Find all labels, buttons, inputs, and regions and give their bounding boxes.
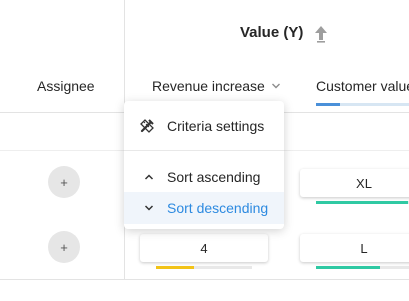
chevron-down-icon — [144, 204, 154, 212]
add-assignee-button[interactable]: + — [48, 231, 80, 263]
pencil-ruler-icon — [139, 118, 155, 134]
customer-value-cell[interactable]: L — [300, 234, 409, 262]
chevron-down-icon — [271, 83, 280, 89]
arrow-up-icon[interactable] — [314, 25, 328, 43]
column-options-dropdown: Criteria settings Sort ascending Sort de… — [124, 101, 284, 229]
table-bottom-border — [0, 279, 409, 280]
menu-item-label: Criteria settings — [167, 118, 265, 134]
revenue-increase-cell[interactable]: 4 — [140, 234, 268, 262]
menu-item-sort-ascending[interactable]: Sort ascending — [124, 161, 284, 193]
menu-item-label: Sort ascending — [167, 169, 261, 185]
menu-item-sort-descending[interactable]: Sort descending — [124, 192, 284, 224]
column-header-customer-value[interactable]: Customer value — [316, 78, 409, 94]
menu-item-label: Sort descending — [167, 200, 269, 216]
customer-value-score-bar — [316, 266, 409, 269]
menu-divider — [124, 150, 284, 151]
customer-value-score-bar — [316, 201, 409, 204]
customer-value-cell[interactable]: XL — [300, 169, 409, 197]
column-header-revenue-increase[interactable]: Revenue increase — [152, 78, 281, 94]
chevron-up-icon — [144, 173, 154, 181]
add-assignee-button[interactable]: + — [48, 166, 80, 198]
group-header-title: Value (Y) — [240, 24, 304, 41]
column-header-underline — [316, 103, 409, 106]
column-header-label: Revenue increase — [152, 78, 265, 94]
menu-item-criteria-settings[interactable]: Criteria settings — [124, 110, 284, 142]
column-header-assignee[interactable]: Assignee — [37, 78, 95, 94]
revenue-increase-score-bar — [156, 266, 252, 269]
